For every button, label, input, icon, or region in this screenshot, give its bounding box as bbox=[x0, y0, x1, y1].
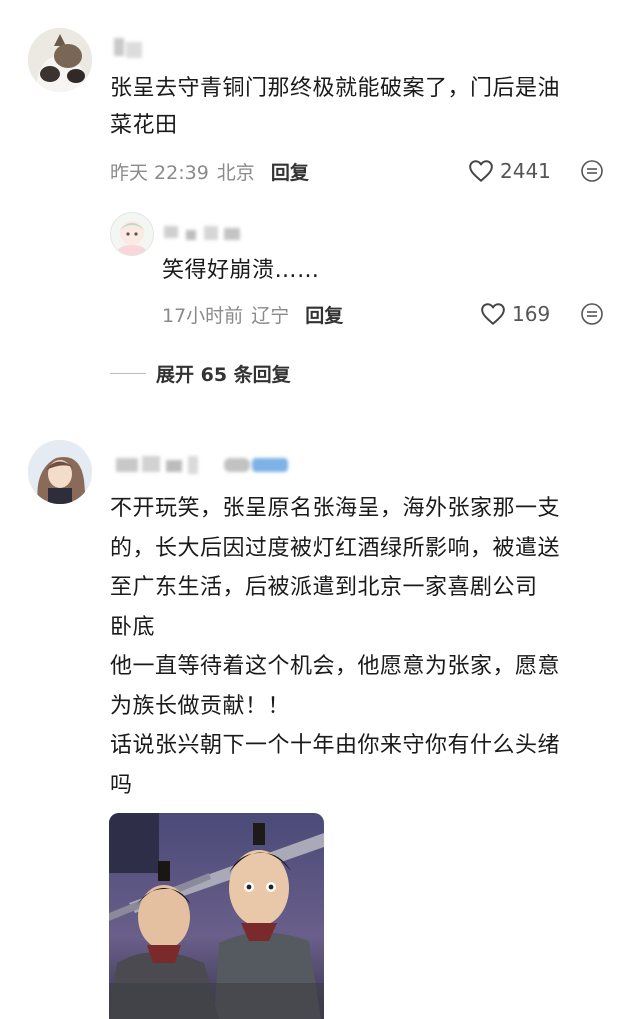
comment-image[interactable] bbox=[109, 813, 324, 1019]
username-obscured[interactable] bbox=[112, 36, 144, 58]
avatar[interactable] bbox=[28, 28, 92, 92]
girl-avatar-icon bbox=[28, 440, 92, 504]
comment-text: 张呈去守青铜门那终极就能破案了，门后是油 菜花田 bbox=[110, 70, 625, 144]
reply-meta: 17小时前 辽宁 回复 bbox=[162, 300, 343, 328]
cat-avatar-icon bbox=[28, 28, 92, 92]
expand-replies-label: 展开 65 条回复 bbox=[156, 363, 291, 386]
anime-avatar-icon bbox=[111, 213, 153, 255]
reply-button[interactable]: 回复 bbox=[305, 301, 343, 328]
more-circle-icon[interactable] bbox=[580, 159, 604, 183]
comment-line: 不开玩笑，张呈原名张海呈，海外张家那一支 bbox=[110, 496, 561, 521]
comment-line: 为族长做贡献！！ bbox=[110, 693, 291, 719]
username-obscured[interactable] bbox=[112, 452, 292, 476]
like-count: 2441 bbox=[500, 159, 551, 183]
like-button[interactable]: 2441 bbox=[468, 157, 551, 185]
location: 辽宁 bbox=[251, 304, 290, 327]
heart-outline-icon bbox=[469, 160, 493, 182]
timestamp: 17小时前 bbox=[162, 304, 244, 327]
like-count: 169 bbox=[512, 302, 551, 326]
comment-line: 菜花田 bbox=[110, 113, 178, 138]
like-button[interactable]: 169 bbox=[480, 300, 550, 328]
username-obscured[interactable] bbox=[162, 222, 246, 242]
more-circle-icon[interactable] bbox=[580, 302, 604, 326]
reply-text: 笑得好崩溃…… bbox=[162, 258, 320, 283]
reply-button[interactable]: 回复 bbox=[271, 158, 309, 185]
meme-image bbox=[109, 813, 324, 1019]
timestamp: 昨天 22:39 bbox=[110, 161, 209, 184]
avatar[interactable] bbox=[28, 440, 92, 504]
comment-line: 至广东生活，后被派遣到北京一家喜剧公司 bbox=[110, 575, 538, 600]
location: 北京 bbox=[216, 161, 255, 184]
comment-line: 张呈去守青铜门那终极就能破案了，门后是油 bbox=[110, 76, 561, 101]
comment-line: 的，长大后因过度被灯红酒绿所影响，被遣送 bbox=[110, 535, 561, 561]
comment-line: 话说张兴朝下一个十年由你来守你有什么头绪 bbox=[110, 733, 561, 758]
avatar[interactable] bbox=[110, 212, 154, 256]
heart-outline-icon bbox=[481, 303, 505, 325]
comment-text: 不开玩笑，张呈原名张海呈，海外张家那一支 的，长大后因过度被灯红酒绿所影响，被遣… bbox=[110, 489, 625, 805]
comment-meta: 昨天 22:39 北京 回复 bbox=[110, 157, 309, 185]
comment-line: 吗 bbox=[110, 772, 133, 798]
comment-line: 卧底 bbox=[110, 614, 156, 640]
expand-replies-button[interactable]: 展开 65 条回复 bbox=[110, 359, 291, 387]
expand-divider bbox=[110, 372, 146, 374]
comment-line: 他一直等待着这个机会，他愿意为张家，愿意 bbox=[110, 654, 561, 679]
